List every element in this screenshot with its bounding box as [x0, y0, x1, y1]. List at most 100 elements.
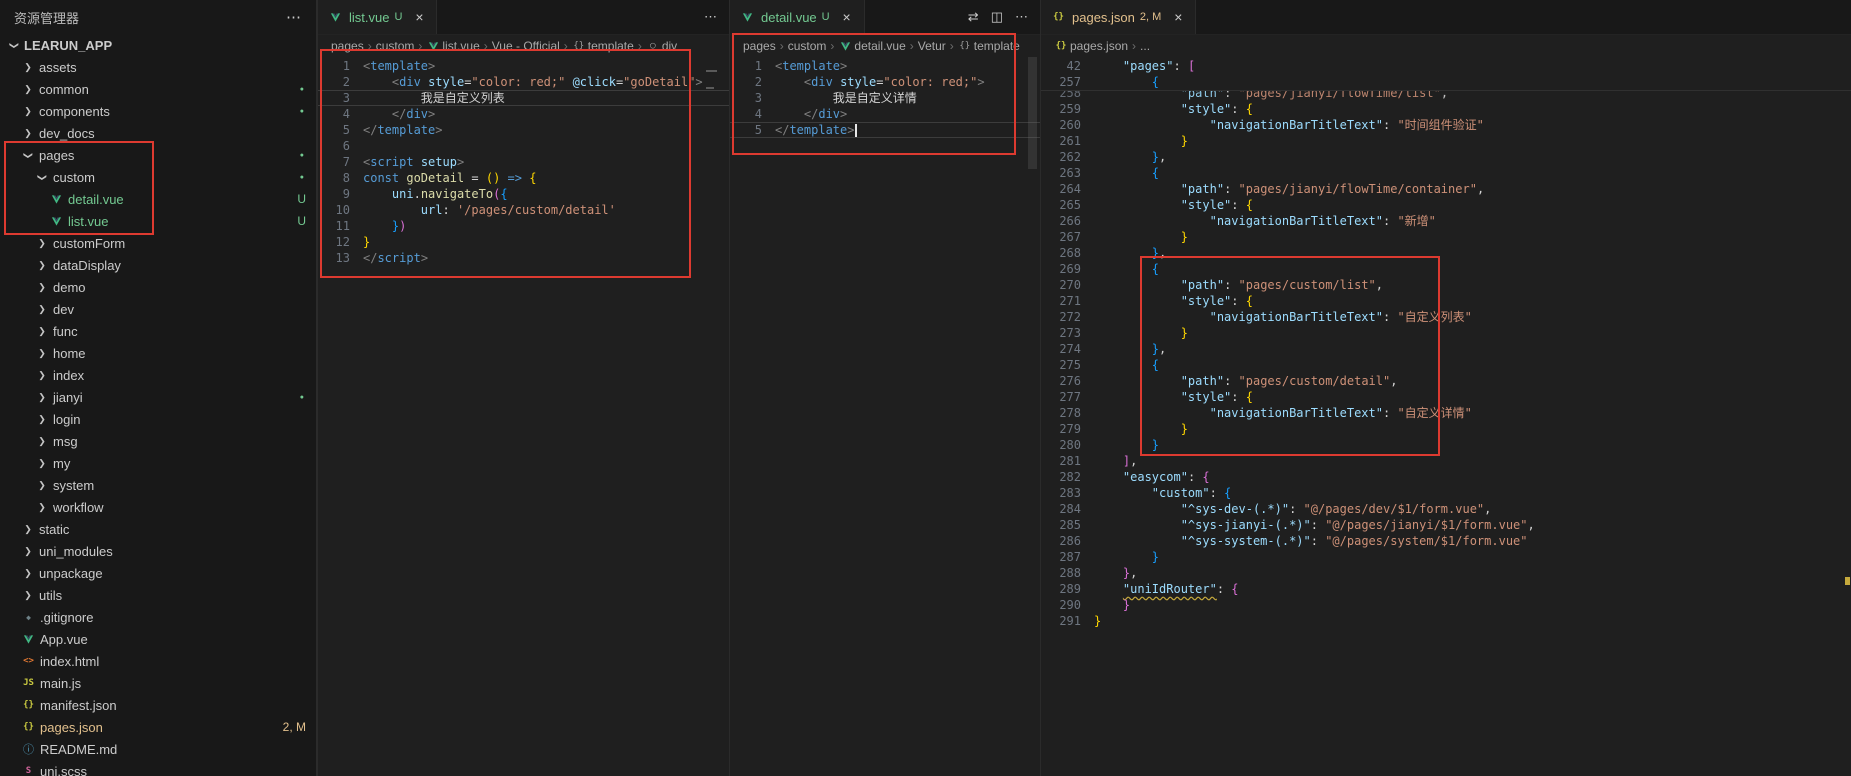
tree-item-assets[interactable]: ❯assets — [0, 56, 316, 78]
code-line: 289 "uniIdRouter": { — [1041, 581, 1851, 597]
close-icon[interactable]: × — [1170, 9, 1186, 25]
tree-item-system[interactable]: ❯system — [0, 474, 316, 496]
breadcrumb-item-custom[interactable]: custom — [788, 39, 827, 53]
breadcrumb-item-template[interactable]: {}template — [572, 39, 634, 53]
code-line: 271 "style": { — [1041, 293, 1851, 309]
tree-item-datadisplay[interactable]: ❯dataDisplay — [0, 254, 316, 276]
chevron-right-icon: ❯ — [20, 524, 36, 535]
breadcrumb-item-pages[interactable]: pages — [331, 39, 364, 53]
more-actions-icon[interactable]: ⋯ — [704, 9, 717, 25]
tree-item-label: list.vue — [68, 214, 108, 229]
line-number: 266 — [1041, 213, 1081, 229]
breadcrumb-item-vue-official[interactable]: Vue - Official — [492, 39, 560, 53]
tree-item-demo[interactable]: ❯demo — [0, 276, 316, 298]
breadcrumb-item-[interactable]: ... — [1140, 39, 1150, 53]
line-number: 288 — [1041, 565, 1081, 581]
tree-item-label: main.js — [40, 676, 81, 691]
close-icon[interactable]: × — [839, 9, 855, 25]
tree-item-utils[interactable]: ❯utils — [0, 584, 316, 606]
breadcrumb-item-detail-vue[interactable]: detail.vue — [838, 39, 905, 53]
tree-item-readme-md[interactable]: ⓘREADME.md — [0, 738, 316, 760]
tree-item-workflow[interactable]: ❯workflow — [0, 496, 316, 518]
tree-item-uni-modules[interactable]: ❯uni_modules — [0, 540, 316, 562]
tree-item-dev[interactable]: ❯dev — [0, 298, 316, 320]
tree-item-jianyi[interactable]: ❯jianyi● — [0, 386, 316, 408]
breadcrumb-item-custom[interactable]: custom — [376, 39, 415, 53]
compare-icon[interactable]: ⇄ — [968, 9, 979, 25]
code-line: 262 }, — [1041, 149, 1851, 165]
code-line: 4 </div> — [730, 106, 1040, 122]
tree-item-login[interactable]: ❯login — [0, 408, 316, 430]
breadcrumb-item-pages-json[interactable]: {}pages.json — [1054, 39, 1128, 53]
tree-item-index-html[interactable]: <>index.html — [0, 650, 316, 672]
breadcrumb-separator: › — [950, 39, 954, 53]
breadcrumb-item-template[interactable]: {}template — [958, 39, 1020, 53]
tree-item-pages[interactable]: ❯pages● — [0, 144, 316, 166]
breadcrumb-separator: › — [830, 39, 834, 53]
tree-item-manifest-json[interactable]: {}manifest.json — [0, 694, 316, 716]
tree-item-label: static — [39, 522, 69, 537]
tree-item-common[interactable]: ❯common● — [0, 78, 316, 100]
tree-item-uni-scss[interactable]: Suni.scss — [0, 760, 316, 776]
tree-item-pages-json[interactable]: {}pages.json2, M — [0, 716, 316, 738]
tree-item-app-vue[interactable]: App.vue — [0, 628, 316, 650]
tree-item-unpackage[interactable]: ❯unpackage — [0, 562, 316, 584]
code-area[interactable]: 42 "pages": [257 {258 "path": "pages/jia… — [1041, 57, 1851, 629]
line-number: 262 — [1041, 149, 1081, 165]
tree-root[interactable]: ❯LEARUN_APP — [0, 34, 316, 56]
code-line: 257 { — [1041, 74, 1851, 90]
tree-item-func[interactable]: ❯func — [0, 320, 316, 342]
breadcrumb-item-vetur[interactable]: Vetur — [918, 39, 946, 53]
code-area[interactable]: 1<template>2 <div style="color: red;">3 … — [730, 57, 1040, 138]
line-number: 287 — [1041, 549, 1081, 565]
git-status-badge: U — [822, 11, 830, 23]
tree-item-static[interactable]: ❯static — [0, 518, 316, 540]
split-editor-icon[interactable]: ◫ — [991, 9, 1003, 25]
tree-item-dev-docs[interactable]: ❯dev_docs — [0, 122, 316, 144]
tree-item-list-vue[interactable]: list.vueU — [0, 210, 316, 232]
scrollbar-slider[interactable] — [1028, 57, 1037, 169]
tree-item-detail-vue[interactable]: detail.vueU — [0, 188, 316, 210]
tab-detail-vue[interactable]: detail.vueU× — [730, 0, 865, 34]
tree-item-gitignore[interactable]: ◆.gitignore — [0, 606, 316, 628]
breadcrumb-item-div[interactable]: ◯div — [646, 39, 677, 53]
tree-item-home[interactable]: ❯home — [0, 342, 316, 364]
braces-icon: {} — [572, 41, 586, 51]
code-line: 278 "navigationBarTitleText": "自定义详情" — [1041, 405, 1851, 421]
explorer-more-actions-icon[interactable]: ⋯ — [286, 8, 302, 26]
code-line: 277 "style": { — [1041, 389, 1851, 405]
breadcrumb-separator: › — [1132, 39, 1136, 53]
chevron-right-icon: ❯ — [20, 590, 36, 601]
breadcrumb-item-list-vue[interactable]: list.vue — [426, 39, 479, 53]
line-number: 42 — [1041, 58, 1081, 74]
tree-item-label: components — [39, 104, 110, 119]
code-area[interactable]: 1<template>2 <div style="color: red;" @c… — [318, 57, 729, 266]
file-tree: ❯LEARUN_APP❯assets❯common●❯components●❯d… — [0, 34, 316, 776]
code-line: 3 我是自定义详情 — [730, 90, 1040, 106]
close-icon[interactable]: × — [411, 9, 427, 25]
modified-dot-icon: ● — [300, 108, 304, 115]
code-line: 275 { — [1041, 357, 1851, 373]
json-icon: {} — [20, 722, 37, 732]
tree-item-label: system — [53, 478, 94, 493]
tree-item-my[interactable]: ❯my — [0, 452, 316, 474]
tab-list-vue[interactable]: list.vueU× — [318, 0, 437, 34]
tree-item-components[interactable]: ❯components● — [0, 100, 316, 122]
line-number: 281 — [1041, 453, 1081, 469]
breadcrumb-item-pages[interactable]: pages — [743, 39, 776, 53]
tree-item-main-js[interactable]: JSmain.js — [0, 672, 316, 694]
chevron-right-icon: ❯ — [20, 546, 36, 557]
js-icon: JS — [20, 678, 37, 688]
tab-pages-json[interactable]: {}pages.json2, M× — [1041, 0, 1196, 34]
editor-group-list-vue: list.vueU×⋯pages›custom›list.vue›Vue - O… — [317, 0, 729, 776]
tree-item-customform[interactable]: ❯customForm — [0, 232, 316, 254]
tree-item-index[interactable]: ❯index — [0, 364, 316, 386]
code-line: 266 "navigationBarTitleText": "新增" — [1041, 213, 1851, 229]
more-actions-icon[interactable]: ⋯ — [1015, 9, 1028, 25]
explorer-header: 资源管理器 ⋯ — [0, 0, 316, 34]
scss-icon: S — [20, 766, 37, 776]
tree-item-custom[interactable]: ❯custom● — [0, 166, 316, 188]
line-number: 12 — [318, 234, 350, 250]
tree-item-msg[interactable]: ❯msg — [0, 430, 316, 452]
code-line: 1<template> — [318, 58, 729, 74]
